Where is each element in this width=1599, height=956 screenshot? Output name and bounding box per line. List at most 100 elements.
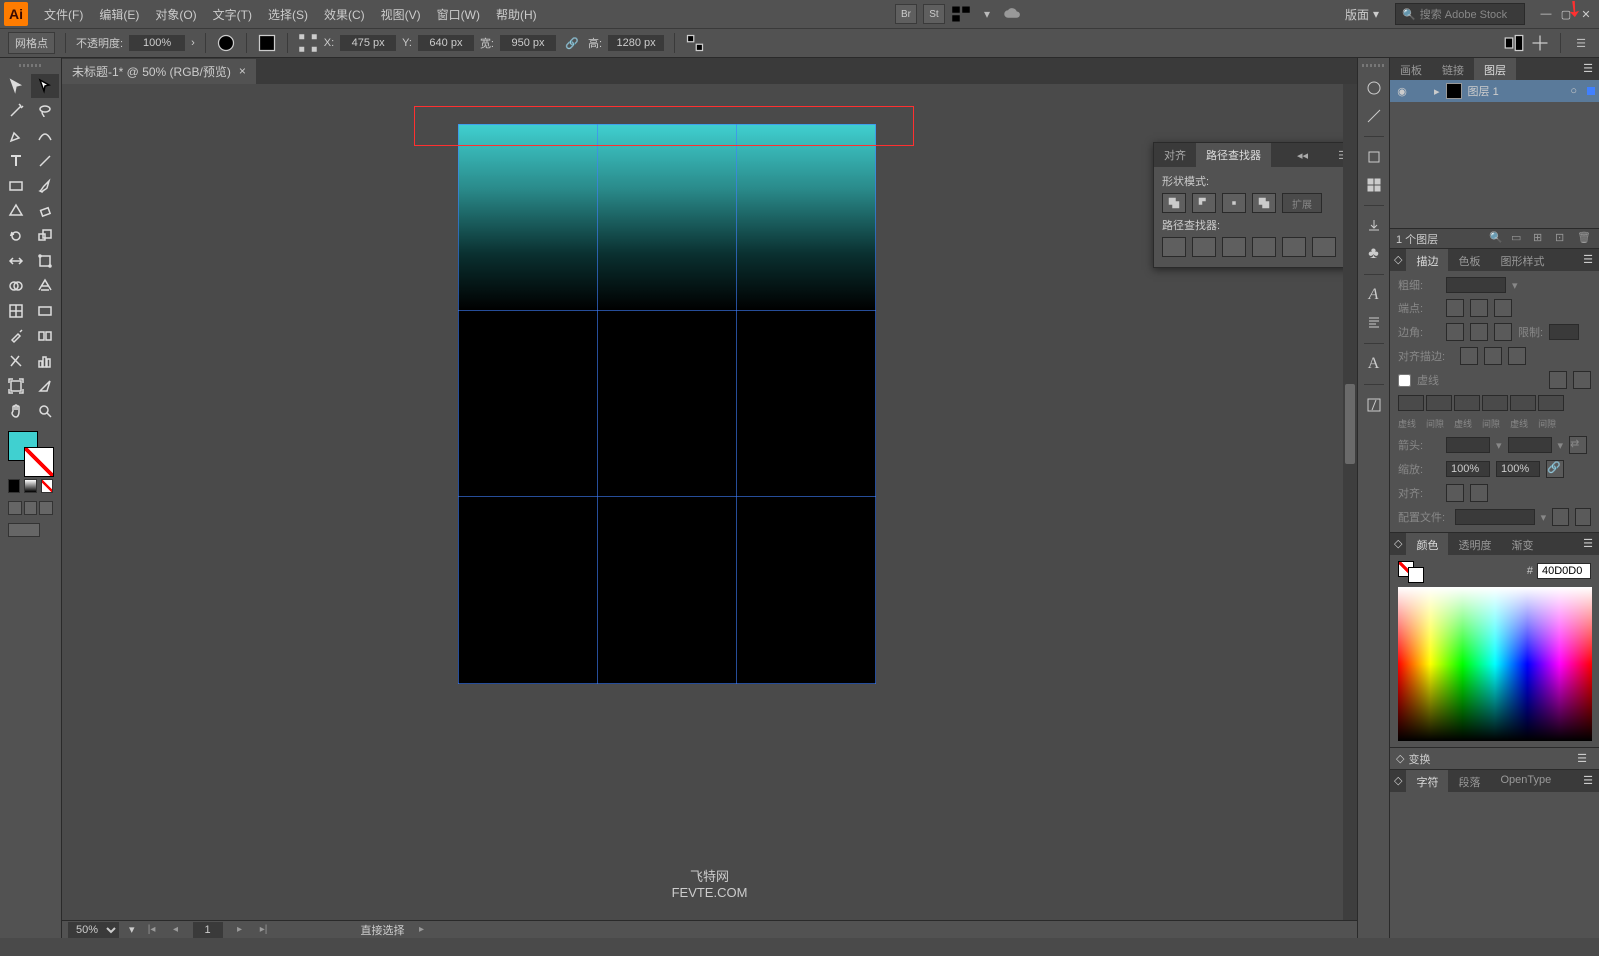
line-tool[interactable] [31,149,59,173]
blend-tool[interactable] [31,324,59,348]
dash-align-2[interactable] [1573,371,1591,389]
tab-swatches[interactable]: 色板 [1448,249,1490,271]
tab-color[interactable]: 颜色 [1406,533,1448,555]
panel-cycle-icon[interactable]: ◇ [1390,533,1406,555]
x-input[interactable] [340,35,396,51]
cap-projecting[interactable] [1494,299,1512,317]
chevron-down-icon[interactable]: ▾ [1558,439,1564,452]
scale-start[interactable] [1446,461,1490,477]
panel-cycle-icon[interactable]: ◇ [1390,770,1406,792]
draw-behind[interactable] [24,501,38,515]
transform-panel-collapsed[interactable]: ◇ 变换 ☰ [1390,747,1599,769]
panel-menu-icon[interactable]: ☰ [1577,58,1599,80]
color-swatch-pair[interactable] [1398,561,1426,581]
crop-icon[interactable] [1252,237,1276,257]
dash-input[interactable] [1510,395,1536,411]
asset-export-icon[interactable] [1362,214,1386,238]
arrow-start[interactable] [1446,437,1490,453]
anchor-icon[interactable] [298,33,318,53]
hex-input[interactable] [1537,563,1591,579]
y-input[interactable] [418,35,474,51]
menu-select[interactable]: 选择(S) [260,6,316,23]
gradient-mode-btn[interactable] [24,479,36,493]
w-input[interactable] [500,35,556,51]
join-bevel[interactable] [1494,323,1512,341]
close-button[interactable]: ✕ [1577,6,1595,22]
pen-tool[interactable] [2,124,30,148]
recolor-icon[interactable] [216,33,236,53]
gradient-tool[interactable] [31,299,59,323]
shaper-tool[interactable] [2,199,30,223]
locate-icon[interactable]: 🔍 [1489,231,1505,247]
tab-gradient[interactable]: 渐变 [1501,533,1543,555]
hand-tool[interactable] [2,399,30,423]
align-inside[interactable] [1484,347,1502,365]
symbol-sprayer-tool[interactable] [2,349,30,373]
chevron-down-icon[interactable]: ▾ [1512,279,1518,292]
rotate-tool[interactable] [2,224,30,248]
panel-menu-icon[interactable]: ☰ [1577,533,1599,555]
swatches-icon[interactable] [1362,173,1386,197]
h-input[interactable] [608,35,664,51]
join-miter[interactable] [1446,323,1464,341]
delete-layer-icon[interactable]: 🗑 [1577,231,1593,247]
glyphs-icon[interactable]: A [1362,352,1386,376]
draw-inside[interactable] [39,501,53,515]
divide-icon[interactable] [1162,237,1186,257]
panel-cycle-icon[interactable]: ◇ [1390,249,1406,271]
arrow-align-1[interactable] [1446,484,1464,502]
paintbrush-tool[interactable] [31,174,59,198]
menu-file[interactable]: 文件(F) [36,6,91,23]
dashed-checkbox[interactable] [1398,374,1411,387]
visibility-icon[interactable]: ◉ [1394,83,1410,99]
limit-input[interactable] [1549,324,1579,340]
free-transform-tool[interactable] [31,249,59,273]
cloud-icon[interactable] [1003,4,1023,24]
search-stock-input[interactable]: 🔍搜索 Adobe Stock [1395,3,1525,25]
zoom-tool[interactable] [31,399,59,423]
new-layer-icon[interactable]: ⊡ [1555,231,1571,247]
panel-menu-icon[interactable]: ☰ [1571,33,1591,53]
minimize-button[interactable]: — [1537,6,1555,22]
chevron-down-icon[interactable]: ▾ [1541,511,1547,524]
tab-stroke[interactable]: 描边 [1406,249,1448,271]
intersect-icon[interactable] [1222,193,1246,213]
expand-icon[interactable]: ▸ [1434,85,1440,98]
direct-selection-tool[interactable] [31,74,59,98]
perspective-grid-tool[interactable] [31,274,59,298]
opacity-input[interactable] [129,35,185,51]
transform-icon[interactable] [257,33,277,53]
tab-links[interactable]: 链接 [1432,58,1474,80]
tab-layers[interactable]: 图层 [1474,58,1516,80]
minus-back-icon[interactable] [1312,237,1336,257]
page-input[interactable] [193,922,223,938]
align-outside[interactable] [1508,347,1526,365]
chevron-down-icon[interactable]: ▾ [977,4,997,24]
bridge-button[interactable]: Br [895,4,917,24]
dock-grip[interactable] [1362,64,1386,72]
align-center[interactable] [1460,347,1478,365]
width-tool[interactable] [2,249,30,273]
panel-menu-icon[interactable]: ☰ [1577,249,1599,271]
scale-end[interactable] [1496,461,1540,477]
panel-menu-icon[interactable]: ☰ [1571,748,1593,769]
flip-across[interactable] [1575,508,1591,526]
unite-icon[interactable] [1162,193,1186,213]
profile-select[interactable] [1455,509,1535,525]
menu-edit[interactable]: 编辑(E) [91,6,147,23]
layer-row[interactable]: ◉ ▸ 图层 1 ○ [1390,80,1599,102]
paragraph-icon[interactable] [1362,311,1386,335]
transform-panel-icon[interactable] [1530,33,1550,53]
color-mode-btn[interactable] [8,479,20,493]
eraser-tool[interactable] [31,199,59,223]
stroke-swatch[interactable] [1408,567,1424,583]
css-properties-icon[interactable] [1362,393,1386,417]
canvas[interactable]: 对齐 路径查找器 ◂◂ ☰ 形状模式: 扩展 路径查找器: [62,84,1357,920]
none-mode-btn[interactable] [41,479,53,493]
rectangle-tool[interactable] [2,174,30,198]
weight-input[interactable] [1446,277,1506,293]
tab-paragraph[interactable]: 段落 [1448,770,1490,792]
isolate-icon[interactable] [685,33,705,53]
document-tab[interactable]: 未标题-1* @ 50% (RGB/预览) × [62,59,256,84]
character-icon[interactable]: A [1362,283,1386,307]
